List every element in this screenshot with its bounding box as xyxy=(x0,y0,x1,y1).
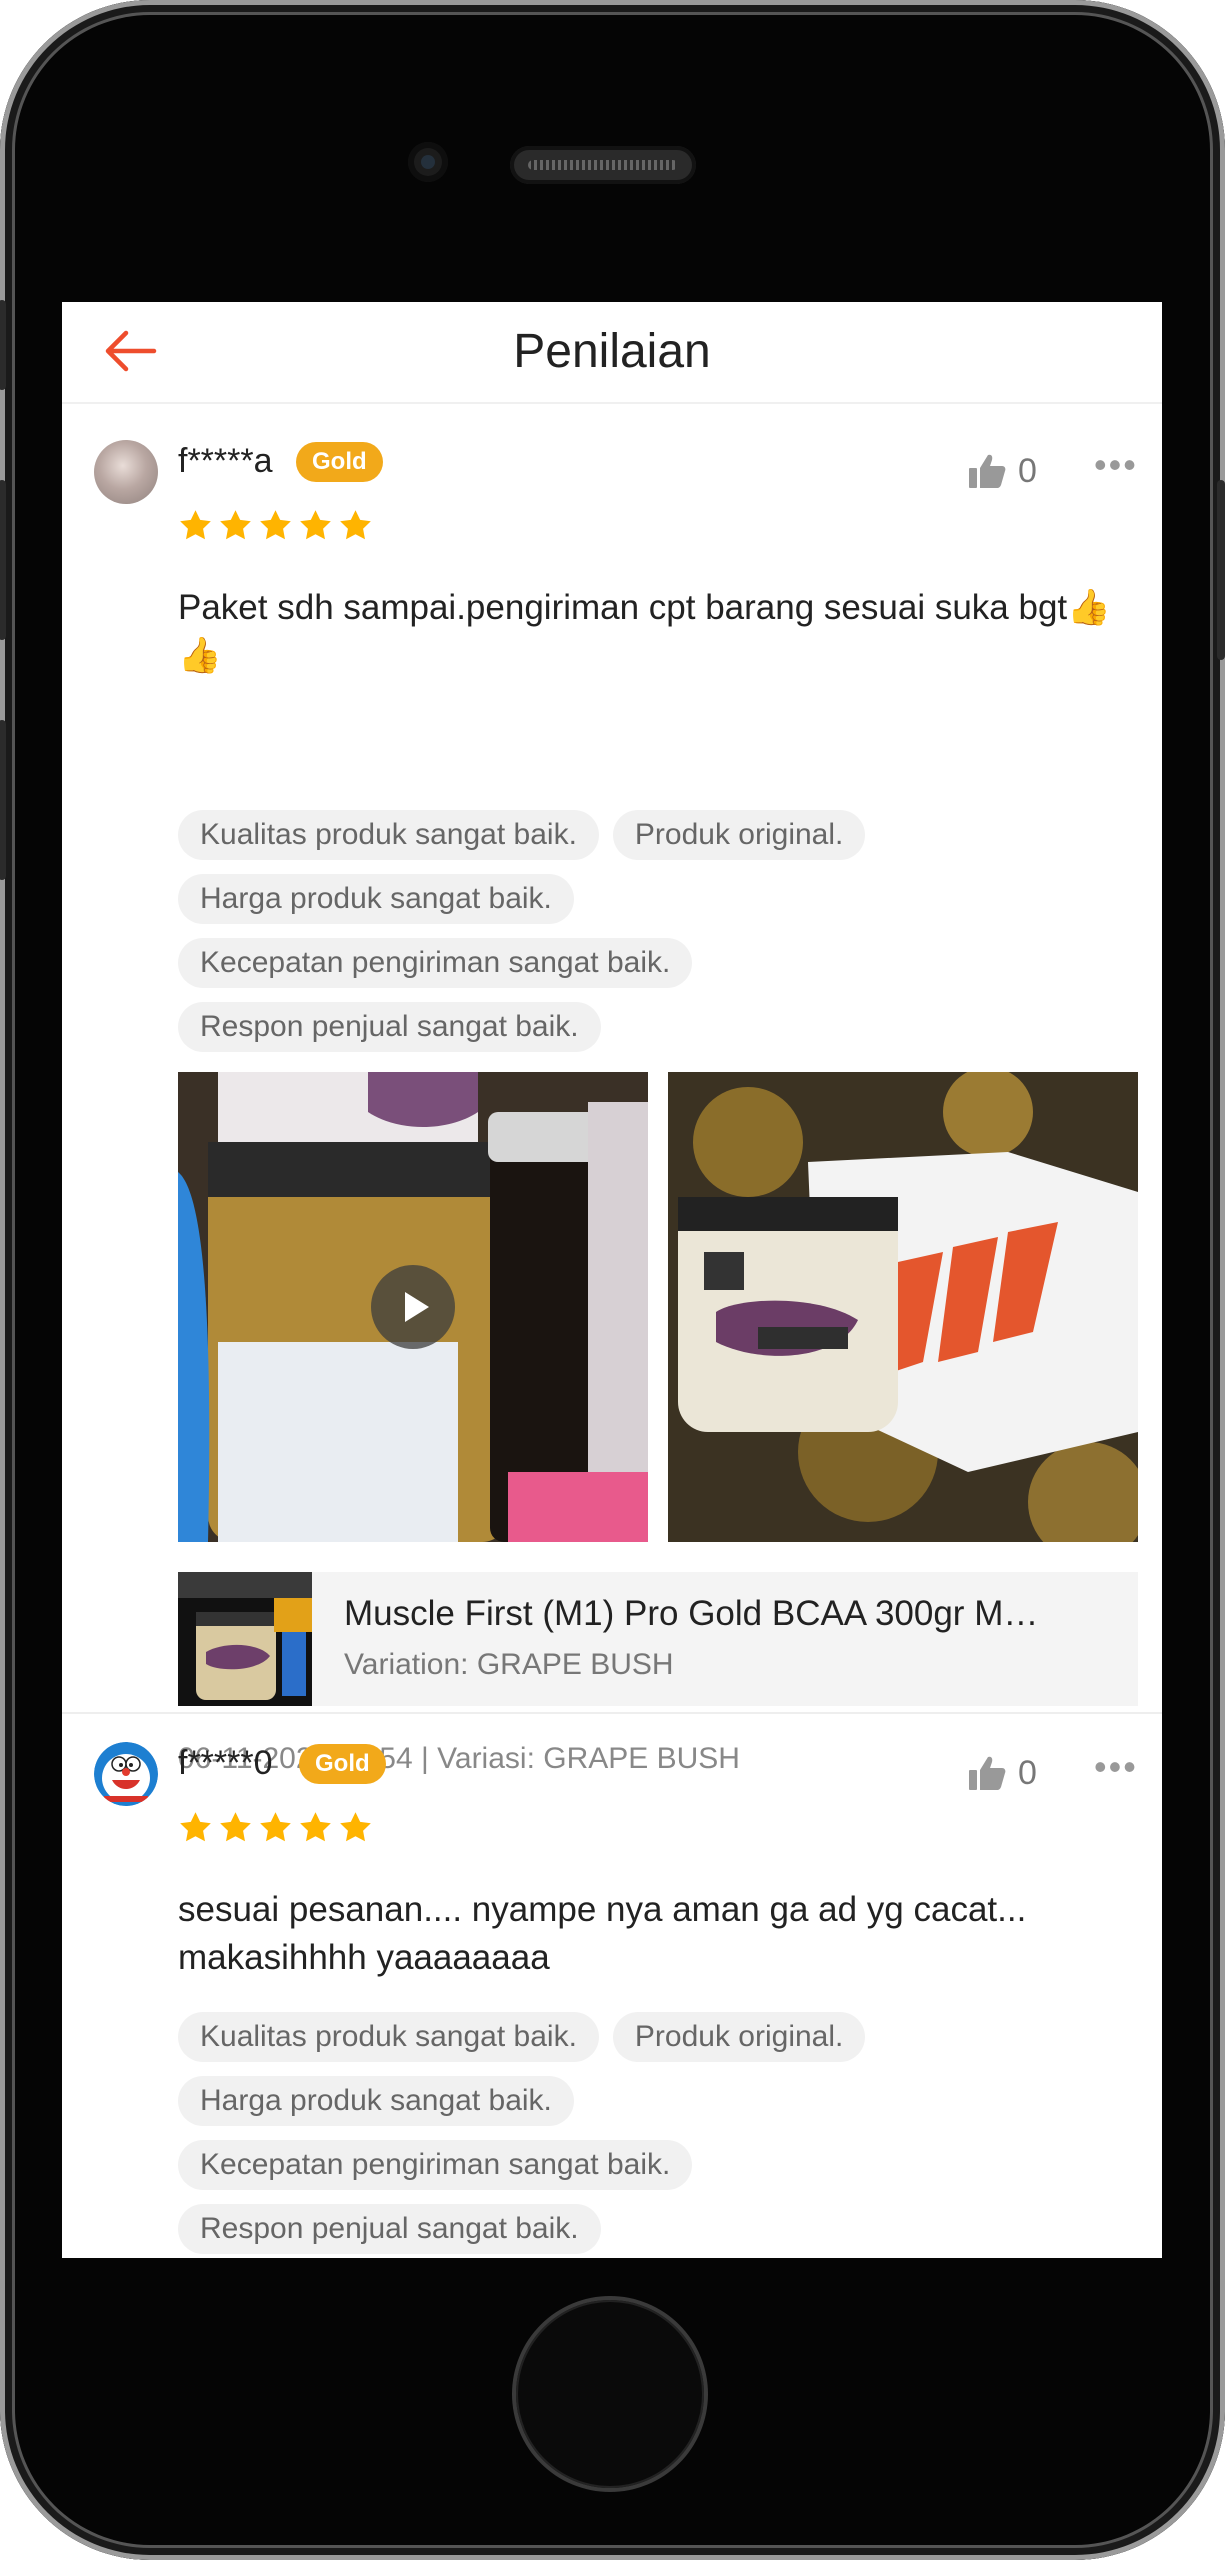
star-icon xyxy=(180,1812,211,1842)
phone-frame: Penilaian f*****a Gold 0 ••• Paket sdh s… xyxy=(0,0,1225,2560)
star-icon xyxy=(220,1812,251,1842)
product-variation: Variation: GRAPE BUSH xyxy=(344,1648,674,1681)
page-title: Penilaian xyxy=(513,325,711,378)
review-tags: Kualitas produk sangat baik. Produk origi… xyxy=(178,810,1138,1066)
star-icon xyxy=(300,1812,331,1842)
like-count: 0 xyxy=(1018,1753,1037,1792)
member-badge: Gold xyxy=(296,442,383,482)
thumbs-up-icon xyxy=(969,1756,1006,1790)
member-badge: Gold xyxy=(299,1744,386,1784)
volume-down-button xyxy=(0,720,6,880)
star-icon xyxy=(340,1812,371,1842)
avatar-image xyxy=(94,1742,158,1806)
thumbs-up-icon xyxy=(969,454,1006,488)
review-tags: Kualitas produk sangat baik. Produk origi… xyxy=(178,2012,1138,2258)
reviewer-name: f*****0 xyxy=(178,1744,273,1782)
star-icon xyxy=(260,1812,291,1842)
review-photo-image xyxy=(668,1072,1138,1542)
review-text: Paket sdh sampai.pengiriman cpt barang s… xyxy=(178,588,1111,675)
review-video-thumbnail[interactable] xyxy=(178,1072,648,1542)
review-tag: Kecepatan pengiriman sangat baik. xyxy=(178,2140,693,2190)
like-button[interactable]: 0 xyxy=(968,450,1037,492)
review-tag: Harga produk sangat baik. xyxy=(178,874,574,924)
review-tag: Kecepatan pengiriman sangat baik. xyxy=(178,938,693,988)
like-button[interactable]: 0 xyxy=(968,1752,1037,1794)
review-tag: Produk original. xyxy=(612,2012,866,2062)
more-dots-icon[interactable]: ••• xyxy=(1094,444,1138,486)
avatar[interactable] xyxy=(94,440,158,504)
app-screen: Penilaian f*****a Gold 0 ••• Paket sdh s… xyxy=(62,302,1162,2258)
review-tag: Produk original. xyxy=(612,810,866,860)
review-photo-thumbnail[interactable] xyxy=(668,1072,1138,1542)
top-bar: Penilaian xyxy=(62,302,1162,404)
volume-up-button xyxy=(0,480,6,640)
review-card: f*****a Gold 0 ••• Paket sdh sampai.peng… xyxy=(62,402,1162,1775)
power-button xyxy=(1217,480,1225,660)
play-icon xyxy=(371,1265,455,1349)
product-name: Muscle First (M1) Pro Gold BCAA 300gr M… xyxy=(344,1594,1039,1633)
review-text: sesuai pesanan.... nyampe nya aman ga ad… xyxy=(178,1890,1027,1977)
review-tag: Kualitas produk sangat baik. xyxy=(178,810,599,860)
rating-stars xyxy=(178,1810,373,1845)
star-icon xyxy=(220,510,251,540)
review-tag: Kualitas produk sangat baik. xyxy=(178,2012,599,2062)
review-tag: Harga produk sangat baik. xyxy=(178,2076,574,2126)
home-button[interactable] xyxy=(516,2300,704,2488)
star-icon xyxy=(340,510,371,540)
product-link[interactable]: Muscle First (M1) Pro Gold BCAA 300gr M…… xyxy=(178,1572,1138,1706)
review-card: f*****0 Gold 0 ••• sesuai pesanan.... ny… xyxy=(62,1704,1162,2258)
product-image xyxy=(178,1572,312,1706)
star-icon xyxy=(260,510,291,540)
avatar[interactable] xyxy=(94,1742,158,1806)
reviewer-name: f*****a xyxy=(178,442,273,480)
rating-stars xyxy=(178,508,373,543)
media-gallery xyxy=(178,1072,1138,1542)
like-count: 0 xyxy=(1018,451,1037,490)
star-icon xyxy=(300,510,331,540)
silent-switch xyxy=(0,300,6,390)
star-icon xyxy=(180,510,211,540)
review-tag: Respon penjual sangat baik. xyxy=(178,1002,601,1052)
more-dots-icon[interactable]: ••• xyxy=(1094,1746,1138,1788)
review-tag: Respon penjual sangat baik. xyxy=(178,2204,601,2254)
front-camera xyxy=(408,142,448,182)
earpiece-speaker xyxy=(510,146,696,184)
